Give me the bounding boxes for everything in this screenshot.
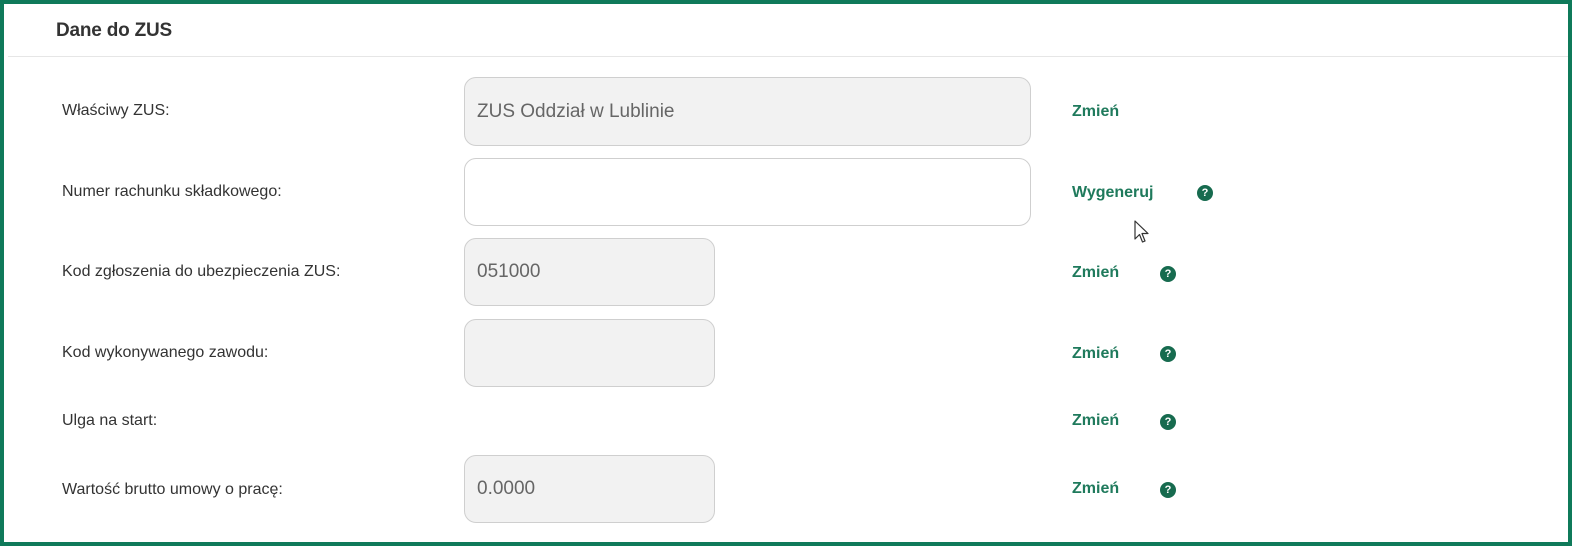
change-wlasciwy-zus-link[interactable]: Zmień — [1072, 103, 1119, 121]
zus-data-panel: Dane do ZUS Właściwy ZUS: ZUS Oddział w … — [0, 0, 1572, 546]
wartosc-brutto-value: 0.0000 — [477, 478, 536, 499]
kod-zawodu-field — [464, 319, 715, 387]
question-mark-icon[interactable]: ? — [1160, 266, 1176, 282]
section-header: Dane do ZUS — [8, 8, 1568, 57]
change-kod-zgloszenia-link[interactable]: Zmień — [1072, 264, 1119, 282]
label-kod-zgloszenia: Kod zgłoszenia do ubezpieczenia ZUS: — [62, 263, 341, 280]
label-wlasciwy-zus: Właściwy ZUS: — [62, 102, 170, 119]
label-kod-zawodu: Kod wykonywanego zawodu: — [62, 344, 269, 361]
change-kod-zawodu-link[interactable]: Zmień — [1072, 345, 1119, 363]
numer-rachunku-input[interactable] — [464, 158, 1031, 226]
label-ulga-na-start: Ulga na start: — [62, 412, 158, 429]
kod-zgloszenia-field: 051000 — [464, 238, 715, 306]
question-mark-icon[interactable]: ? — [1160, 414, 1176, 430]
section-title: Dane do ZUS — [56, 20, 173, 41]
question-mark-icon[interactable]: ? — [1160, 482, 1176, 498]
question-mark-icon[interactable]: ? — [1197, 185, 1213, 201]
question-mark-icon[interactable]: ? — [1160, 346, 1176, 362]
label-numer-rachunku: Numer rachunku składkowego: — [62, 183, 282, 200]
wartosc-brutto-field: 0.0000 — [464, 455, 715, 523]
label-wartosc-brutto: Wartość brutto umowy o pracę: — [62, 481, 283, 498]
wlasciwy-zus-field: ZUS Oddział w Lublinie — [464, 77, 1031, 146]
generate-account-number-link[interactable]: Wygeneruj — [1072, 184, 1154, 202]
change-ulga-na-start-link[interactable]: Zmień — [1072, 412, 1119, 430]
mouse-pointer-icon — [1134, 220, 1149, 243]
change-wartosc-brutto-link[interactable]: Zmień — [1072, 480, 1119, 498]
wlasciwy-zus-value: ZUS Oddział w Lublinie — [477, 100, 675, 122]
kod-zgloszenia-value: 051000 — [477, 261, 541, 282]
